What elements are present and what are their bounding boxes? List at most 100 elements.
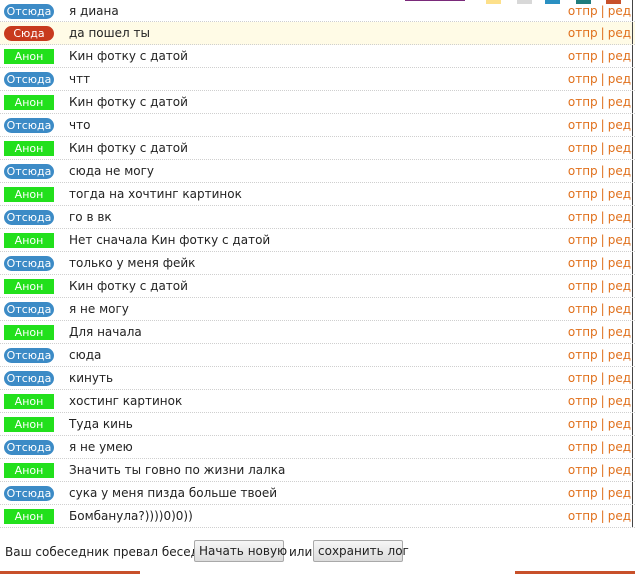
message-row: Анон Кин фотку с датой отпр | ред [0, 91, 635, 114]
start-new-button[interactable]: Начать новую [194, 540, 287, 562]
message-text: я диана [69, 4, 119, 18]
send-link[interactable]: отпр [568, 279, 598, 293]
edit-link[interactable]: ред [608, 256, 631, 270]
action-separator: | [600, 509, 605, 523]
sender-badge: Анон [4, 49, 54, 64]
action-separator: | [600, 26, 605, 40]
edit-link[interactable]: ред [608, 348, 631, 362]
send-link[interactable]: отпр [568, 49, 598, 63]
send-link[interactable]: отпр [568, 4, 598, 18]
message-row: Анон Туда кинь отпр | ред [0, 413, 635, 436]
message-actions: отпр | ред [568, 394, 631, 409]
edit-link[interactable]: ред [608, 72, 631, 86]
action-separator: | [600, 256, 605, 270]
sender-badge: Отсюда [4, 4, 54, 19]
action-separator: | [600, 141, 605, 155]
sender-badge: Отсюда [4, 256, 54, 271]
sender-badge: Отсюда [4, 164, 54, 179]
message-actions: отпр | ред [568, 49, 631, 64]
message-actions: отпр | ред [568, 187, 631, 202]
edit-link[interactable]: ред [608, 141, 631, 155]
edit-link[interactable]: ред [608, 164, 631, 178]
send-link[interactable]: отпр [568, 440, 598, 454]
conversation-ended-text: Ваш собеседник превал беседу. [5, 545, 210, 559]
sender-badge: Отсюда [4, 440, 54, 455]
send-link[interactable]: отпр [568, 187, 598, 201]
message-row: Сюда да пошел ты отпр | ред [0, 22, 635, 45]
right-border-line [632, 229, 633, 251]
edit-link[interactable]: ред [608, 187, 631, 201]
chat-log: Отсюда я диана отпр | ред Сюда да пошел ты отпр… [0, 0, 635, 528]
edit-link[interactable]: ред [608, 210, 631, 224]
message-text: я не могу [69, 302, 129, 316]
send-link[interactable]: отпр [568, 509, 598, 523]
message-actions: отпр | ред [568, 164, 631, 179]
message-actions: отпр | ред [568, 118, 631, 133]
right-border-line [632, 459, 633, 481]
sender-badge: Отсюда [4, 118, 54, 133]
edit-link[interactable]: ред [608, 302, 631, 316]
action-separator: | [600, 210, 605, 224]
send-link[interactable]: отпр [568, 233, 598, 247]
message-row: Анон Бомбанула?))))0)0)) отпр | ред [0, 505, 635, 528]
message-actions: отпр | ред [568, 256, 631, 271]
message-text: Кин фотку с датой [69, 95, 188, 109]
action-separator: | [600, 233, 605, 247]
edit-link[interactable]: ред [608, 325, 631, 339]
action-separator: | [600, 486, 605, 500]
message-row: Анон Кин фотку с датой отпр | ред [0, 137, 635, 160]
send-link[interactable]: отпр [568, 210, 598, 224]
edit-link[interactable]: ред [608, 118, 631, 132]
edit-link[interactable]: ред [608, 95, 631, 109]
send-link[interactable]: отпр [568, 325, 598, 339]
action-separator: | [600, 440, 605, 454]
sender-badge: Анон [4, 417, 54, 432]
message-actions: отпр | ред [568, 26, 631, 41]
message-text: я не умею [69, 440, 133, 454]
sender-badge: Анон [4, 187, 54, 202]
right-border-line [632, 413, 633, 435]
right-border-line [632, 114, 633, 136]
sender-badge: Анон [4, 141, 54, 156]
send-link[interactable]: отпр [568, 348, 598, 362]
send-link[interactable]: отпр [568, 486, 598, 500]
message-actions: отпр | ред [568, 486, 631, 501]
send-link[interactable]: отпр [568, 164, 598, 178]
send-link[interactable]: отпр [568, 141, 598, 155]
message-actions: отпр | ред [568, 509, 631, 524]
edit-link[interactable]: ред [608, 440, 631, 454]
save-log-button[interactable]: сохранить лог [313, 540, 409, 562]
edit-link[interactable]: ред [608, 4, 631, 18]
edit-link[interactable]: ред [608, 371, 631, 385]
send-link[interactable]: отпр [568, 95, 598, 109]
right-border-line [632, 160, 633, 182]
right-border-line [632, 45, 633, 67]
edit-link[interactable]: ред [608, 279, 631, 293]
sender-badge: Анон [4, 509, 54, 524]
edit-link[interactable]: ред [608, 486, 631, 500]
right-border-line [632, 252, 633, 274]
message-text: сука у меня пизда больше твоей [69, 486, 278, 500]
send-link[interactable]: отпр [568, 302, 598, 316]
edit-link[interactable]: ред [608, 417, 631, 431]
message-text: хостинг картинок [69, 394, 183, 408]
edit-link[interactable]: ред [608, 509, 631, 523]
send-link[interactable]: отпр [568, 256, 598, 270]
edit-link[interactable]: ред [608, 394, 631, 408]
edit-link[interactable]: ред [608, 26, 631, 40]
edit-link[interactable]: ред [608, 233, 631, 247]
edit-link[interactable]: ред [608, 463, 631, 477]
send-link[interactable]: отпр [568, 26, 598, 40]
send-link[interactable]: отпр [568, 463, 598, 477]
sender-badge: Анон [4, 95, 54, 110]
send-link[interactable]: отпр [568, 72, 598, 86]
message-row: Отсюда кинуть отпр | ред [0, 367, 635, 390]
send-link[interactable]: отпр [568, 371, 598, 385]
message-row: Отсюда го в вк отпр | ред [0, 206, 635, 229]
send-link[interactable]: отпр [568, 394, 598, 408]
message-text: кинуть [69, 371, 114, 385]
send-link[interactable]: отпр [568, 118, 598, 132]
message-text: го в вк [69, 210, 112, 224]
send-link[interactable]: отпр [568, 417, 598, 431]
edit-link[interactable]: ред [608, 49, 631, 63]
